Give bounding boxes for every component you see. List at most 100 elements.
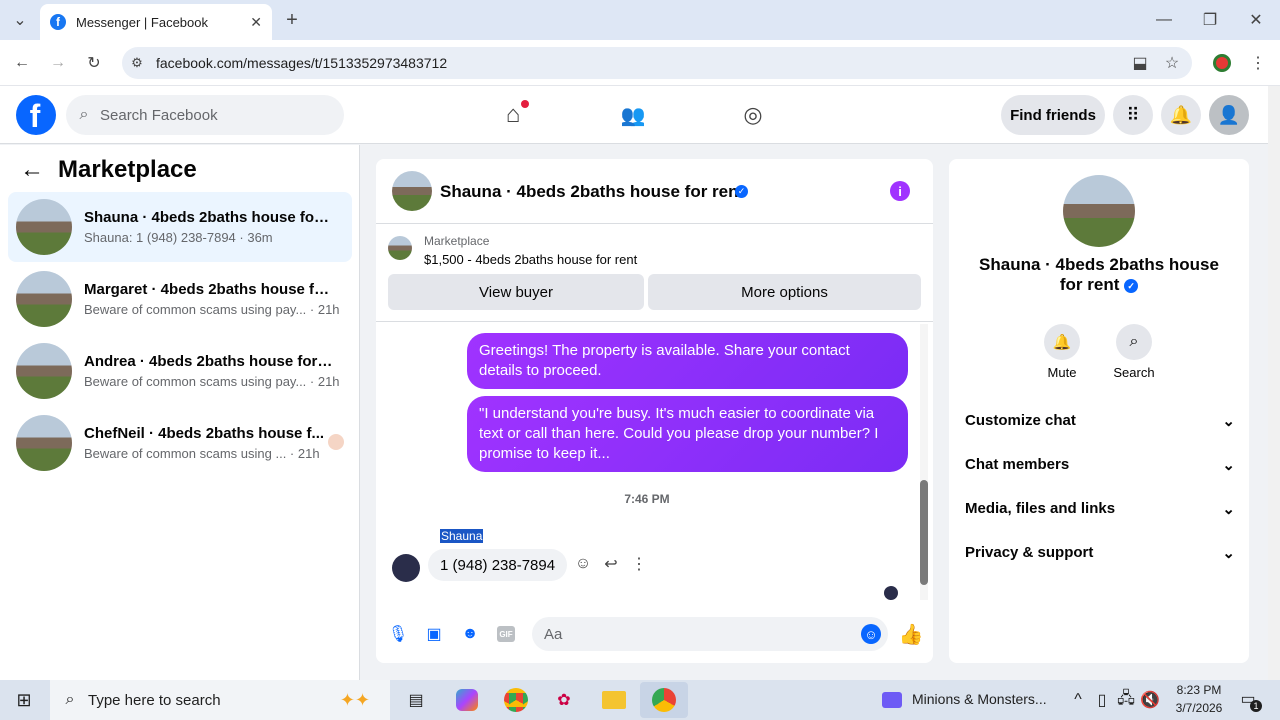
task-view-icon[interactable]: ▤ bbox=[404, 688, 428, 712]
install-icon[interactable]: ⬓ bbox=[1130, 53, 1150, 73]
mute-label[interactable]: Mute bbox=[1032, 365, 1092, 380]
divider bbox=[376, 223, 933, 224]
chat-avatar[interactable] bbox=[392, 171, 432, 211]
conversation-preview: Shauna: 1 (948) 238-7894 · 36m bbox=[84, 230, 273, 245]
chrome-profile-icon[interactable] bbox=[504, 688, 528, 712]
chat-members-section[interactable]: Chat members ⌄ bbox=[965, 456, 1235, 474]
clock-date[interactable]: 3/7/2026 bbox=[1168, 701, 1230, 715]
listing-thumbnail bbox=[16, 199, 72, 255]
restore-icon[interactable]: ❐ bbox=[1200, 10, 1220, 30]
more-actions-icon[interactable]: ⋮ bbox=[629, 554, 649, 574]
tab-title: Messenger | Facebook bbox=[76, 14, 208, 30]
mute-bell-icon[interactable]: 🔔 bbox=[1044, 324, 1080, 360]
message-timestamp: 7:46 PM bbox=[624, 492, 670, 506]
chevron-up-icon[interactable]: ^ bbox=[1070, 690, 1086, 710]
message-composer-input[interactable]: Aa bbox=[532, 617, 888, 651]
bookmark-star-icon[interactable]: ☆ bbox=[1162, 53, 1182, 73]
photo-icon[interactable]: ▣ bbox=[424, 624, 444, 644]
conversation-item[interactable]: Andrea · 4beds 2baths house for r... Bew… bbox=[8, 336, 352, 406]
thumbs-up-icon[interactable]: 👍 bbox=[899, 622, 924, 646]
chevron-down-icon: ⌄ bbox=[1222, 545, 1235, 562]
file-explorer-icon[interactable] bbox=[602, 691, 626, 709]
app-icon[interactable]: ✿ bbox=[552, 688, 576, 712]
sender-name: Shauna bbox=[440, 529, 484, 543]
back-icon[interactable]: ← bbox=[12, 53, 32, 73]
verified-badge-icon: ✓ bbox=[1124, 278, 1139, 293]
search-icon: ⌕ bbox=[79, 106, 89, 123]
new-tab-icon[interactable]: + bbox=[282, 9, 302, 31]
conversation-item[interactable]: Margaret · 4beds 2baths house for... Bew… bbox=[8, 264, 352, 334]
section-label: Media, files and links bbox=[965, 500, 1116, 517]
taskbar-search-placeholder: Type here to search bbox=[88, 691, 221, 709]
info-icon[interactable]: i bbox=[890, 181, 910, 201]
marketplace-title: Marketplace bbox=[58, 156, 197, 183]
account-avatar[interactable]: 👤 bbox=[1209, 95, 1249, 135]
conversation-item[interactable]: Shauna · 4beds 2baths house for r... Sha… bbox=[8, 192, 352, 262]
forward-icon[interactable]: → bbox=[48, 53, 68, 73]
windows-start-icon[interactable]: ⊞ bbox=[12, 688, 36, 712]
media-title[interactable]: Minions & Monsters... bbox=[912, 691, 1047, 707]
react-smiley-icon[interactable]: ☺ bbox=[573, 554, 593, 574]
listing-mini-thumbnail bbox=[388, 236, 412, 260]
tab-list-icon[interactable]: ⌄ bbox=[10, 10, 30, 30]
close-window-icon[interactable]: ✕ bbox=[1246, 10, 1266, 30]
site-info-icon[interactable]: ⚙ bbox=[127, 53, 147, 73]
search-label[interactable]: Search bbox=[1104, 365, 1164, 380]
profile-icon[interactable] bbox=[1213, 54, 1231, 72]
conversation-name: Margaret · 4beds 2baths house for... bbox=[84, 281, 334, 298]
notifications-bell-icon[interactable]: 🔔 bbox=[1161, 95, 1201, 135]
view-buyer-button[interactable]: View buyer bbox=[388, 274, 644, 310]
outgoing-message[interactable]: Greetings! The property is available. Sh… bbox=[467, 333, 908, 389]
section-label: Chat members bbox=[965, 456, 1070, 473]
device-icon[interactable]: ▯ bbox=[1094, 690, 1110, 710]
menu-icon[interactable]: ⋮ bbox=[1248, 53, 1268, 73]
volume-muted-icon[interactable]: 🔇 bbox=[1140, 690, 1160, 710]
groups-icon[interactable]: ◎ bbox=[738, 100, 768, 130]
chevron-down-icon: ⌄ bbox=[1222, 457, 1235, 474]
address-bar[interactable]: facebook.com/messages/t/1513352973483712 bbox=[122, 47, 1192, 79]
more-options-button[interactable]: More options bbox=[648, 274, 921, 310]
divider bbox=[376, 321, 933, 322]
details-title: Shauna · 4beds 2baths house for rent ✓ bbox=[979, 255, 1219, 295]
conversation-preview: Beware of common scams using ... · 21h bbox=[84, 446, 320, 461]
chevron-down-icon: ⌄ bbox=[1222, 413, 1235, 430]
media-player-icon[interactable] bbox=[882, 692, 902, 708]
chrome-icon[interactable] bbox=[652, 688, 676, 712]
composer-placeholder: Aa bbox=[544, 625, 563, 643]
incoming-message[interactable]: 1 (948) 238-7894 bbox=[428, 549, 568, 581]
reply-icon[interactable]: ↩ bbox=[601, 554, 621, 574]
conversation-name: Andrea · 4beds 2baths house for r... bbox=[84, 353, 334, 370]
minimize-icon[interactable]: — bbox=[1154, 10, 1174, 30]
privacy-support-section[interactable]: Privacy & support ⌄ bbox=[965, 544, 1235, 562]
outgoing-message[interactable]: "I understand you're busy. It's much eas… bbox=[467, 396, 908, 472]
media-files-links-section[interactable]: Media, files and links ⌄ bbox=[965, 500, 1235, 518]
page-scrollbar[interactable] bbox=[1268, 86, 1280, 680]
sticker-icon[interactable]: ☻ bbox=[460, 624, 480, 644]
sender-avatar[interactable] bbox=[392, 554, 420, 582]
conversation-item[interactable]: ChefNeil · 4beds 2baths house f... Bewar… bbox=[8, 408, 352, 478]
microphone-icon[interactable]: 🎙 bbox=[388, 624, 408, 644]
search-highlight-icon[interactable]: ✦✦ bbox=[330, 688, 380, 712]
emoji-icon[interactable]: ☺ bbox=[861, 624, 881, 644]
scrollbar-thumb[interactable] bbox=[920, 480, 928, 585]
menu-grid-icon[interactable]: ⠿ bbox=[1113, 95, 1153, 135]
reload-icon[interactable]: ↻ bbox=[84, 53, 104, 73]
network-icon[interactable]: 🖧 bbox=[1117, 690, 1135, 710]
conversation-name: ChefNeil · 4beds 2baths house f... bbox=[84, 425, 325, 442]
friends-icon[interactable]: 👥 bbox=[618, 100, 648, 130]
search-facebook-input[interactable]: Search Facebook bbox=[66, 95, 344, 135]
chevron-down-icon: ⌄ bbox=[1222, 501, 1235, 518]
gif-icon[interactable]: GIF bbox=[497, 626, 515, 642]
details-avatar[interactable] bbox=[1063, 175, 1135, 247]
search-icon[interactable]: ⌕ bbox=[1116, 324, 1152, 360]
clock-time[interactable]: 8:23 PM bbox=[1168, 683, 1230, 697]
facebook-logo[interactable]: f bbox=[16, 95, 56, 135]
browser-tab[interactable]: f Messenger | Facebook ✕ bbox=[40, 4, 272, 40]
back-arrow-icon[interactable]: ← bbox=[20, 156, 44, 184]
copilot-icon[interactable] bbox=[456, 689, 478, 711]
listing-title[interactable]: $1,500 - 4beds 2baths house for rent bbox=[424, 252, 637, 267]
chat-header-title[interactable]: Shauna · 4beds 2baths house for rent bbox=[440, 182, 744, 202]
close-tab-icon[interactable]: ✕ bbox=[250, 14, 262, 31]
customize-chat-section[interactable]: Customize chat ⌄ bbox=[965, 412, 1235, 430]
find-friends-button[interactable]: Find friends bbox=[1001, 95, 1105, 135]
